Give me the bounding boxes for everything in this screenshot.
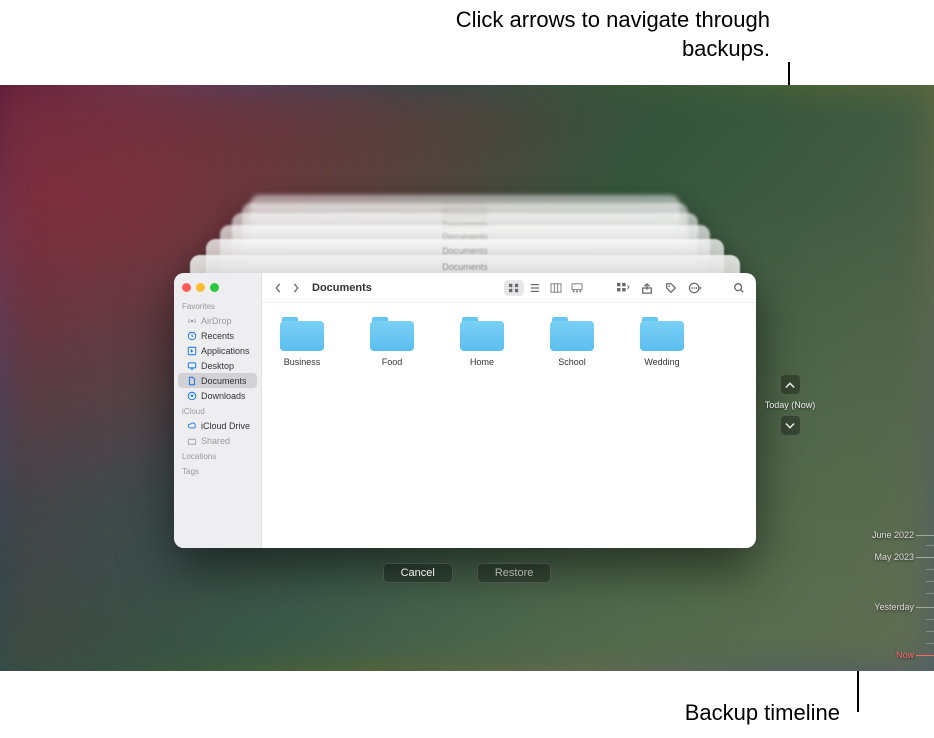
traffic-lights (174, 279, 261, 298)
previous-backup-button[interactable] (781, 375, 800, 394)
timeline-tick-minor[interactable] (926, 619, 934, 620)
folder-item[interactable]: Home (452, 317, 512, 367)
timeline-tick[interactable] (916, 607, 934, 608)
back-button[interactable] (270, 279, 286, 297)
next-backup-button[interactable] (781, 416, 800, 435)
more-actions-button[interactable] (686, 279, 704, 297)
files-area[interactable]: Business Food Home School Wedding (262, 303, 756, 548)
airdrop-icon (186, 315, 197, 326)
timeline-tick[interactable] (916, 557, 934, 558)
timeline-tick-minor[interactable] (926, 545, 934, 546)
sidebar-label: Downloads (201, 391, 246, 401)
sidebar-item-shared[interactable]: Shared (178, 433, 257, 448)
sidebar-label: Desktop (201, 361, 234, 371)
timeline-label: Yesterday (874, 602, 914, 612)
cloud-icon (186, 420, 197, 431)
folder-icon (280, 317, 324, 351)
time-machine-stage: Documents Documents Documents Documents … (0, 85, 934, 671)
applications-icon (186, 345, 197, 356)
finder-window: Favorites AirDrop Recents Applications D… (174, 273, 756, 548)
timeline-tick-minor[interactable] (926, 631, 934, 632)
column-view-button[interactable] (546, 280, 566, 296)
current-backup-label: Today (Now) (765, 400, 816, 410)
tag-button[interactable] (662, 279, 680, 297)
timeline-label-now: Now (896, 650, 914, 660)
gallery-view-button[interactable] (567, 280, 587, 296)
sidebar-item-icloud-drive[interactable]: iCloud Drive (178, 418, 257, 433)
share-button[interactable] (638, 279, 656, 297)
sidebar-label: Recents (201, 331, 234, 341)
sidebar-label: Shared (201, 436, 230, 446)
list-view-button[interactable] (525, 280, 545, 296)
sidebar-section-favorites: Favorites (174, 298, 261, 313)
sidebar-item-recents[interactable]: Recents (178, 328, 257, 343)
backup-nav: Today (Now) (779, 375, 801, 435)
sidebar-section-tags: Tags (174, 463, 261, 478)
close-button[interactable] (182, 283, 191, 292)
sidebar-item-downloads[interactable]: Downloads (178, 388, 257, 403)
sidebar-label: AirDrop (201, 316, 232, 326)
folder-icon (370, 317, 414, 351)
download-icon (186, 390, 197, 401)
search-button[interactable] (730, 279, 748, 297)
folder-item[interactable]: Food (362, 317, 422, 367)
forward-button[interactable] (288, 279, 304, 297)
sidebar-item-documents[interactable]: Documents (178, 373, 257, 388)
finder-sidebar: Favorites AirDrop Recents Applications D… (174, 273, 262, 548)
timeline-tick-minor[interactable] (926, 581, 934, 582)
nav-buttons (270, 279, 304, 297)
document-icon (186, 375, 197, 386)
sidebar-item-airdrop[interactable]: AirDrop (178, 313, 257, 328)
minimize-button[interactable] (196, 283, 205, 292)
folder-icon (640, 317, 684, 351)
clock-icon (186, 330, 197, 341)
sidebar-label: Applications (201, 346, 250, 356)
group-by-button[interactable] (614, 279, 632, 297)
folder-label: Home (470, 357, 494, 367)
finder-content: Documents Business (262, 273, 756, 548)
folder-item[interactable]: School (542, 317, 602, 367)
sidebar-item-desktop[interactable]: Desktop (178, 358, 257, 373)
restore-button[interactable]: Restore (477, 563, 552, 583)
timeline-tick-now[interactable] (916, 655, 934, 656)
folder-label: School (558, 357, 586, 367)
desktop-icon (186, 360, 197, 371)
folder-icon (550, 317, 594, 351)
folder-label: Food (382, 357, 403, 367)
folder-item[interactable]: Wedding (632, 317, 692, 367)
timeline-tick-minor[interactable] (926, 593, 934, 594)
zoom-button[interactable] (210, 283, 219, 292)
annotation-bottom: Backup timeline (640, 700, 840, 726)
folder-label: Business (284, 357, 321, 367)
timeline-tick[interactable] (916, 535, 934, 536)
folder-item[interactable]: Business (272, 317, 332, 367)
folder-label: Wedding (644, 357, 679, 367)
shared-icon (186, 435, 197, 446)
backup-timeline[interactable]: June 2022 May 2023 Yesterday Now (864, 445, 934, 665)
timeline-tick-minor[interactable] (926, 643, 934, 644)
window-title: Documents (312, 282, 372, 294)
sidebar-section-icloud: iCloud (174, 403, 261, 418)
finder-toolbar: Documents (262, 273, 756, 303)
timeline-tick-minor[interactable] (926, 569, 934, 570)
action-buttons: Cancel Restore (0, 563, 934, 583)
sidebar-section-locations: Locations (174, 448, 261, 463)
annotation-top: Click arrows to navigate through backups… (420, 6, 770, 63)
folder-icon (460, 317, 504, 351)
sidebar-label: iCloud Drive (201, 421, 250, 431)
sidebar-item-applications[interactable]: Applications (178, 343, 257, 358)
icon-view-button[interactable] (504, 280, 524, 296)
cancel-button[interactable]: Cancel (383, 563, 453, 583)
view-mode-group (503, 279, 588, 297)
timeline-label: June 2022 (872, 530, 914, 540)
sidebar-label: Documents (201, 376, 247, 386)
timeline-label: May 2023 (874, 552, 914, 562)
